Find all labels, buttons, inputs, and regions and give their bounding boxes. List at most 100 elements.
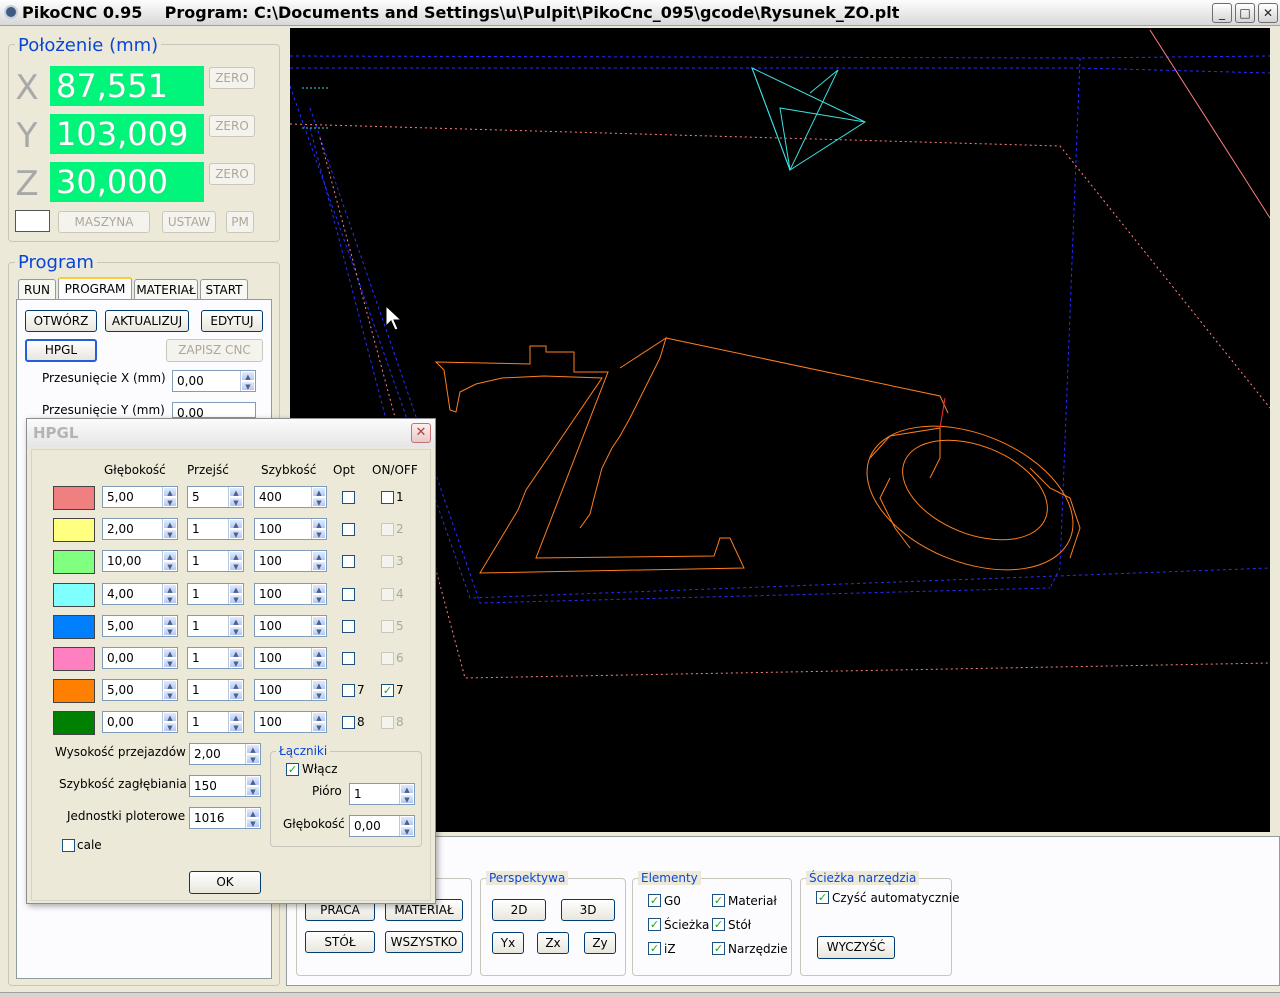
pen-7-passes-input[interactable]: 1 ▲ ▼ bbox=[187, 679, 244, 702]
pen-1-depth-input[interactable]: 5,00 ▲ ▼ bbox=[102, 486, 178, 508]
pen-4-opt-checkbox[interactable] bbox=[342, 587, 355, 601]
pen-2-passes-spinner[interactable]: ▲ ▼ bbox=[228, 519, 243, 540]
pen-1-speed-input[interactable]: 400 ▲ ▼ bbox=[254, 486, 327, 508]
maximize-button[interactable]: □ bbox=[1235, 3, 1255, 23]
view-all-button[interactable]: WSZYSTKO bbox=[385, 931, 463, 953]
pen-3-depth-input[interactable]: 10,00 ▲ ▼ bbox=[102, 550, 178, 573]
pen-8-color-swatch[interactable] bbox=[53, 711, 95, 736]
pen-4-passes-spinner[interactable]: ▲ ▼ bbox=[228, 583, 243, 604]
pen-3-on-checkbox[interactable] bbox=[381, 555, 394, 569]
pen-6-opt-checkbox[interactable] bbox=[342, 652, 355, 665]
pen-5-depth-input[interactable]: 5,00 ▲ ▼ bbox=[102, 614, 178, 637]
pen-8-depth-spinner[interactable]: ▲ ▼ bbox=[162, 712, 177, 733]
toolpath-view[interactable] bbox=[289, 28, 1271, 832]
pen-1-depth-spinner[interactable]: ▲ ▼ bbox=[162, 487, 177, 507]
offset-x-spinner[interactable]: ▲ ▼ bbox=[240, 371, 255, 391]
pen-2-opt-checkbox[interactable] bbox=[342, 523, 355, 537]
tab-program[interactable]: PROGRAM bbox=[58, 277, 132, 301]
g0-checkbox[interactable]: ✓ bbox=[648, 894, 661, 907]
pen-4-depth-spinner[interactable]: ▲ ▼ bbox=[162, 583, 177, 604]
pen-2-speed-input[interactable]: 100 ▲ ▼ bbox=[254, 518, 327, 541]
pen-4-on-checkbox[interactable] bbox=[381, 587, 394, 601]
pen-3-color-swatch[interactable] bbox=[53, 550, 95, 575]
tabs-depth-input[interactable]: 0,00 ▲ ▼ bbox=[349, 815, 415, 837]
pen-1-speed-spinner[interactable]: ▲ ▼ bbox=[311, 487, 326, 507]
tab-start[interactable]: START bbox=[200, 279, 248, 299]
offset-x-input[interactable]: 0,00 ▲ ▼ bbox=[172, 370, 256, 392]
pen-8-speed-spinner[interactable]: ▲ ▼ bbox=[311, 712, 326, 733]
tabs-depth-spinner[interactable]: ▲ ▼ bbox=[399, 816, 414, 836]
travel-height-input[interactable]: 2,00 ▲ ▼ bbox=[189, 743, 261, 765]
pen-8-on-checkbox[interactable] bbox=[381, 716, 394, 730]
minimize-button[interactable]: _ bbox=[1212, 3, 1232, 23]
pen-5-speed-spinner[interactable]: ▲ ▼ bbox=[311, 615, 326, 636]
pen-6-passes-spinner[interactable]: ▲ ▼ bbox=[228, 648, 243, 668]
pen-2-depth-spinner[interactable]: ▲ ▼ bbox=[162, 519, 177, 540]
tool-checkbox[interactable]: ✓ bbox=[712, 942, 725, 955]
pen-7-depth-spinner[interactable]: ▲ ▼ bbox=[162, 680, 177, 701]
pen-8-opt-checkbox[interactable] bbox=[342, 716, 355, 730]
pen-5-passes-spinner[interactable]: ▲ ▼ bbox=[228, 615, 243, 636]
pen-6-depth-spinner[interactable]: ▲ ▼ bbox=[162, 648, 177, 668]
pen-3-passes-spinner[interactable]: ▲ ▼ bbox=[228, 551, 243, 572]
view-yx-button[interactable]: Yx bbox=[492, 932, 524, 954]
pen-2-color-swatch[interactable] bbox=[53, 518, 95, 543]
pm-button[interactable]: PM bbox=[226, 211, 254, 233]
material-checkbox[interactable]: ✓ bbox=[712, 894, 725, 907]
view-zy-button[interactable]: Zy bbox=[584, 932, 616, 954]
clear-path-button[interactable]: WYCZYŚĆ bbox=[817, 936, 895, 959]
offset-y-input[interactable]: 0,00 bbox=[172, 402, 256, 418]
pen-3-passes-input[interactable]: 1 ▲ ▼ bbox=[187, 550, 244, 573]
z-zero-button[interactable]: ZERO bbox=[209, 163, 255, 185]
pen-7-passes-spinner[interactable]: ▲ ▼ bbox=[228, 680, 243, 701]
pen-input[interactable]: 1 ▲ ▼ bbox=[349, 783, 415, 805]
pen-1-on-checkbox[interactable] bbox=[381, 491, 394, 504]
hpgl-button[interactable]: HPGL bbox=[25, 339, 97, 362]
pen-2-passes-input[interactable]: 1 ▲ ▼ bbox=[187, 518, 244, 541]
auto-clear-checkbox[interactable]: ✓ bbox=[816, 891, 829, 904]
iz-checkbox[interactable]: ✓ bbox=[648, 942, 661, 955]
travel-height-spinner[interactable]: ▲ ▼ bbox=[245, 744, 260, 764]
enable-tabs-checkbox[interactable]: ✓ bbox=[286, 763, 299, 776]
pen-2-depth-input[interactable]: 2,00 ▲ ▼ bbox=[102, 518, 178, 541]
pen-4-passes-input[interactable]: 1 ▲ ▼ bbox=[187, 582, 244, 605]
view-zx-button[interactable]: Zx bbox=[537, 932, 569, 954]
hpgl-close-button[interactable]: ✕ bbox=[411, 423, 431, 443]
view-3d-button[interactable]: 3D bbox=[561, 899, 615, 921]
tab-run[interactable]: RUN bbox=[18, 279, 56, 299]
view-2d-button[interactable]: 2D bbox=[492, 899, 546, 921]
pen-7-depth-input[interactable]: 5,00 ▲ ▼ bbox=[102, 679, 178, 702]
pen-1-passes-input[interactable]: 5 ▲ ▼ bbox=[187, 486, 244, 508]
pen-6-speed-spinner[interactable]: ▲ ▼ bbox=[311, 648, 326, 668]
pen-7-color-swatch[interactable] bbox=[53, 679, 95, 704]
tab-material[interactable]: MATERIAŁ bbox=[134, 279, 198, 299]
pen-5-color-swatch[interactable] bbox=[53, 614, 95, 639]
pen-1-opt-checkbox[interactable] bbox=[342, 491, 355, 504]
pen-5-depth-spinner[interactable]: ▲ ▼ bbox=[162, 615, 177, 636]
table-checkbox[interactable]: ✓ bbox=[712, 918, 725, 931]
path-checkbox[interactable]: ✓ bbox=[648, 918, 661, 931]
plunge-speed-spinner[interactable]: ▲ ▼ bbox=[245, 776, 260, 796]
inches-checkbox[interactable] bbox=[62, 839, 75, 852]
pen-6-speed-input[interactable]: 100 ▲ ▼ bbox=[254, 647, 327, 669]
pen-3-speed-input[interactable]: 100 ▲ ▼ bbox=[254, 550, 327, 573]
close-button[interactable]: ✕ bbox=[1258, 3, 1278, 23]
plunge-speed-input[interactable]: 150 ▲ ▼ bbox=[189, 775, 261, 797]
pen-2-on-checkbox[interactable] bbox=[381, 523, 394, 537]
pen-6-passes-input[interactable]: 1 ▲ ▼ bbox=[187, 647, 244, 669]
pen-6-color-swatch[interactable] bbox=[53, 647, 95, 671]
pen-7-on-checkbox[interactable]: ✓ bbox=[381, 684, 394, 698]
save-cnc-button[interactable]: ZAPISZ CNC bbox=[166, 339, 263, 362]
pen-8-passes-spinner[interactable]: ▲ ▼ bbox=[228, 712, 243, 733]
plotter-units-input[interactable]: 1016 ▲ ▼ bbox=[189, 807, 261, 829]
pen-3-speed-spinner[interactable]: ▲ ▼ bbox=[311, 551, 326, 572]
pen-5-on-checkbox[interactable] bbox=[381, 619, 394, 633]
pen-1-color-swatch[interactable] bbox=[53, 486, 95, 510]
update-button[interactable]: AKTUALIZUJ bbox=[105, 310, 189, 332]
pen-3-depth-spinner[interactable]: ▲ ▼ bbox=[162, 551, 177, 572]
pen-4-depth-input[interactable]: 4,00 ▲ ▼ bbox=[102, 582, 178, 605]
pen-4-speed-spinner[interactable]: ▲ ▼ bbox=[311, 583, 326, 604]
pen-6-on-checkbox[interactable] bbox=[381, 652, 394, 665]
pen-2-speed-spinner[interactable]: ▲ ▼ bbox=[311, 519, 326, 540]
pen-5-passes-input[interactable]: 1 ▲ ▼ bbox=[187, 614, 244, 637]
